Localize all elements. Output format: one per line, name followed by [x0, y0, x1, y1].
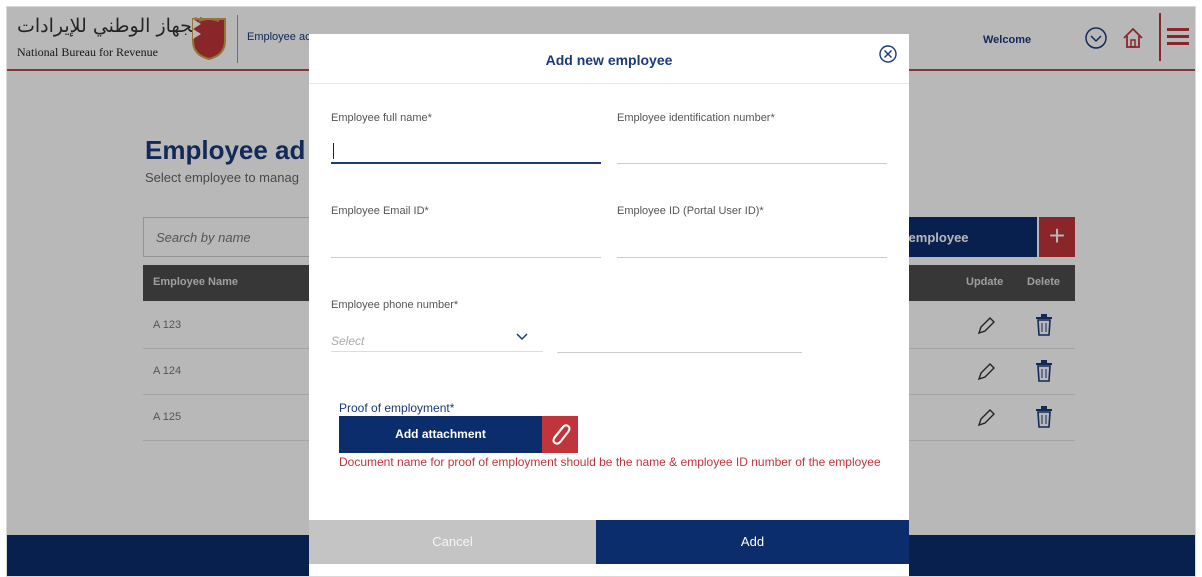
phone-number-field[interactable]: [557, 325, 802, 353]
attachment-warning: Document name for proof of employment sh…: [339, 455, 881, 469]
email-field[interactable]: [331, 230, 601, 258]
portal-user-id-label: Employee ID (Portal User ID)*: [617, 205, 764, 217]
close-icon[interactable]: [878, 44, 898, 64]
phone-label: Employee phone number*: [331, 299, 459, 311]
country-code-value: Select: [331, 334, 365, 348]
country-code-select[interactable]: Select: [331, 324, 543, 352]
full-name-field[interactable]: [331, 136, 601, 164]
identification-number-field[interactable]: [617, 136, 887, 164]
attachment-button[interactable]: [542, 416, 578, 453]
proof-of-employment-label: Proof of employment*: [339, 401, 455, 415]
add-attachment-button[interactable]: Add attachment: [339, 416, 542, 453]
add-button[interactable]: Add: [596, 520, 909, 564]
modal-header: Add new employee: [309, 34, 909, 84]
add-employee-modal: Add new employee Employee full name* Emp…: [309, 34, 909, 576]
portal-user-id-field[interactable]: [617, 230, 887, 258]
full-name-label: Employee full name*: [331, 112, 432, 124]
text-cursor: [333, 143, 334, 159]
cancel-button[interactable]: Cancel: [309, 520, 596, 564]
chevron-down-icon: [516, 333, 528, 341]
modal-title: Add new employee: [545, 52, 673, 68]
app-frame: الجهاز الوطني للإيرادات National Bureau …: [6, 6, 1196, 577]
paperclip-icon: [552, 424, 571, 445]
email-label: Employee Email ID*: [331, 205, 429, 217]
identification-number-label: Employee identification number*: [617, 112, 775, 124]
